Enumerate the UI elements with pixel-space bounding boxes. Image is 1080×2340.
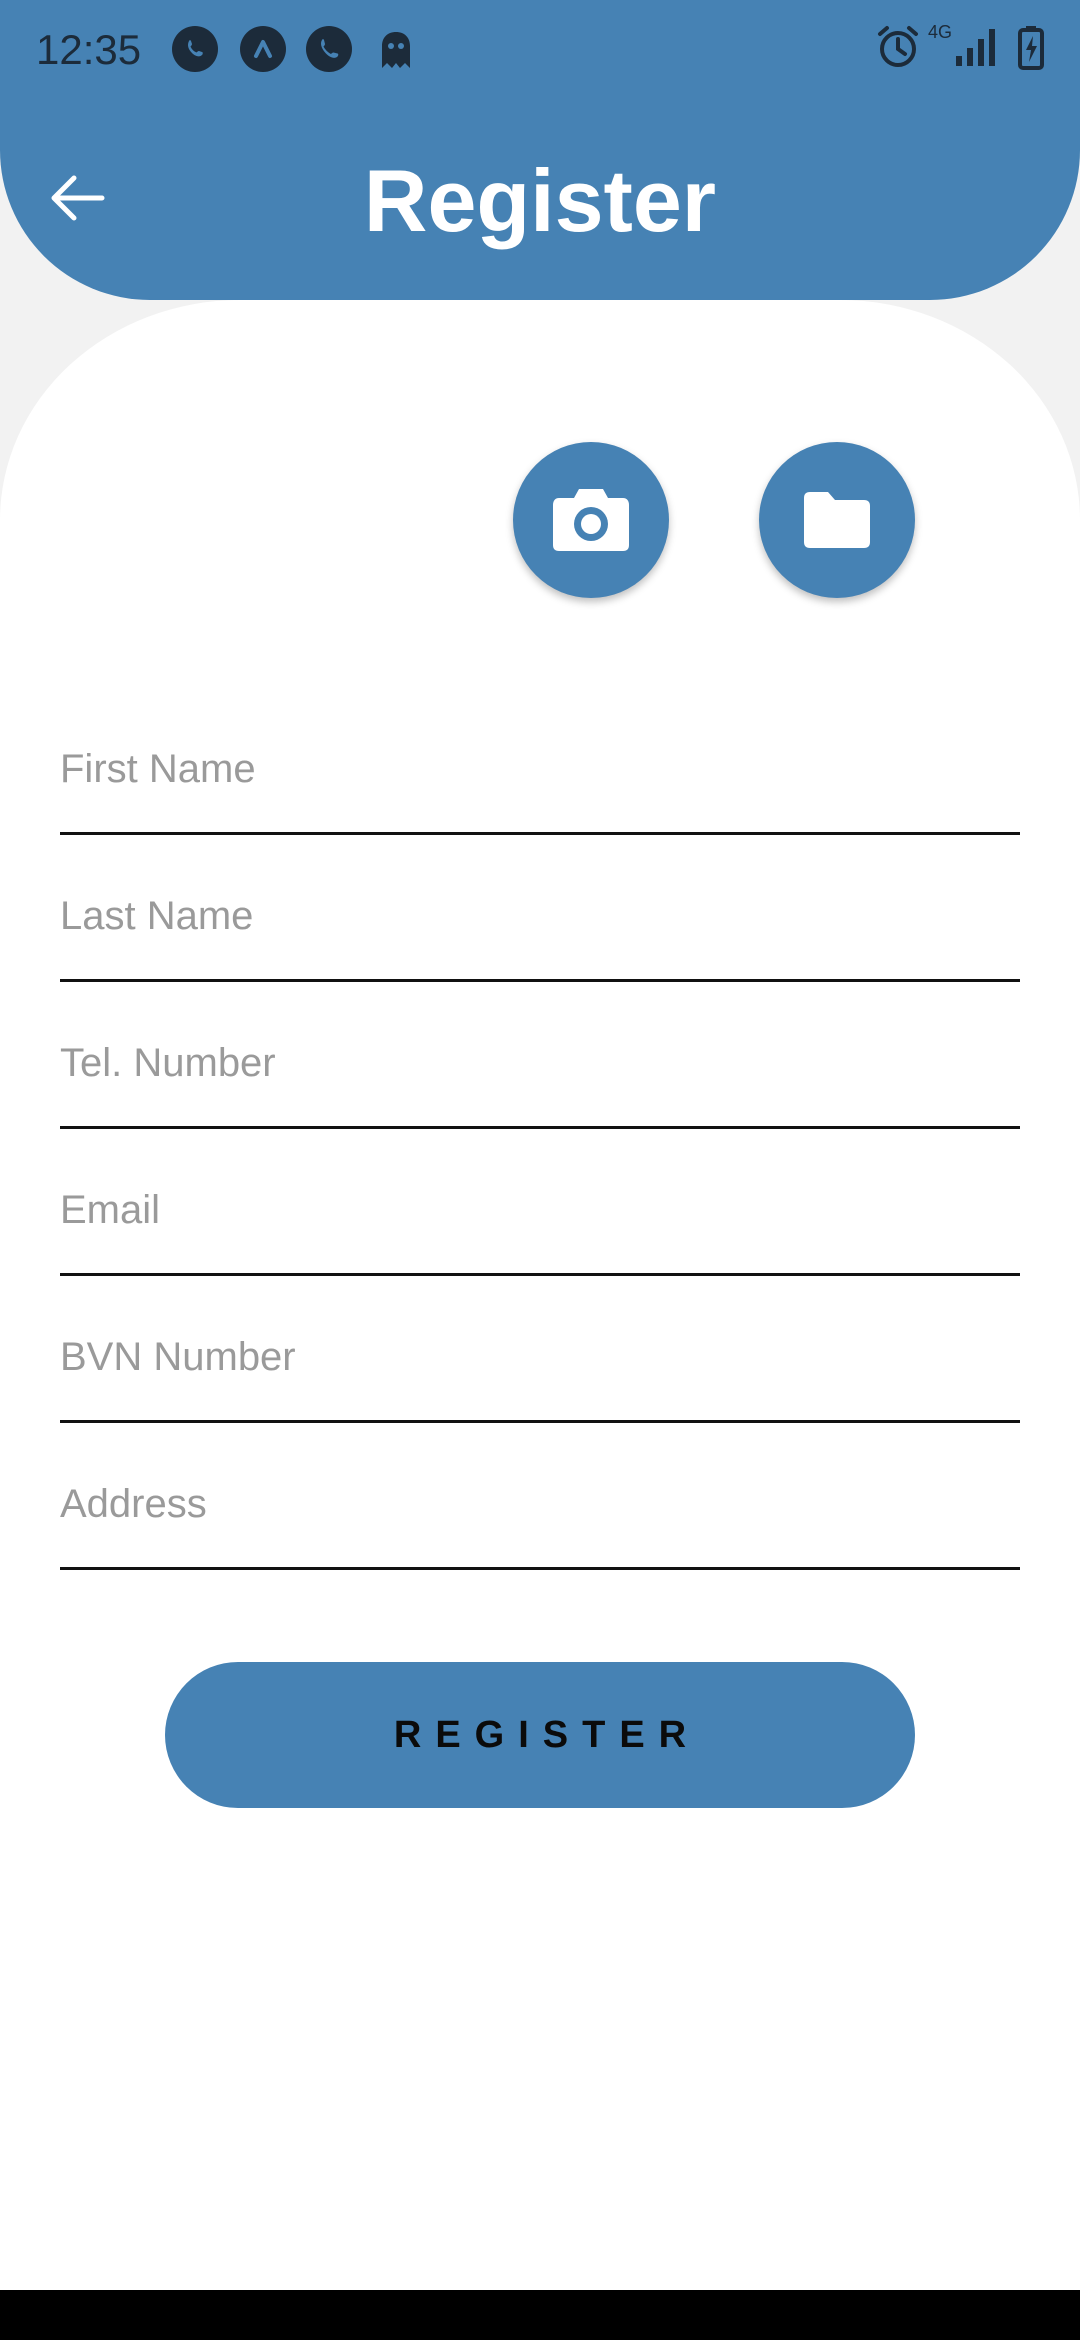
register-button-label: REGISTER: [393, 1713, 701, 1756]
last-name-field[interactable]: [60, 872, 1020, 982]
app-header: 12:35 4G Register: [0, 0, 1080, 300]
first-name-input[interactable]: [60, 747, 1020, 792]
address-field[interactable]: [60, 1460, 1020, 1570]
whatsapp-icon: [172, 26, 218, 72]
folder-button[interactable]: [759, 442, 915, 598]
folder-icon: [804, 492, 870, 548]
camera-icon: [553, 489, 629, 551]
form-card: [0, 300, 1080, 2290]
page-title: Register: [363, 151, 717, 250]
phone-icon: [306, 26, 352, 72]
ghost-icon: [376, 28, 416, 75]
email-field[interactable]: [60, 1166, 1020, 1276]
battery-icon: [1016, 24, 1046, 75]
arrow-up-icon: [240, 26, 286, 72]
signal-icon: [954, 26, 1000, 73]
bvn-number-field[interactable]: [60, 1313, 1020, 1423]
tel-number-input[interactable]: [60, 1041, 1020, 1086]
address-input[interactable]: [60, 1482, 1020, 1527]
status-time: 12:35: [36, 26, 142, 73]
status-bar: 12:35 4G: [0, 0, 1080, 100]
alarm-icon: [876, 24, 920, 75]
network-type: 4G: [928, 22, 953, 42]
camera-button[interactable]: [513, 442, 669, 598]
system-nav-bar: [0, 2290, 1080, 2340]
bvn-number-input[interactable]: [60, 1335, 1020, 1380]
register-button[interactable]: REGISTER: [165, 1662, 915, 1808]
first-name-field[interactable]: [60, 725, 1020, 835]
email-input[interactable]: [60, 1188, 1020, 1233]
last-name-input[interactable]: [60, 894, 1020, 939]
tel-number-field[interactable]: [60, 1019, 1020, 1129]
